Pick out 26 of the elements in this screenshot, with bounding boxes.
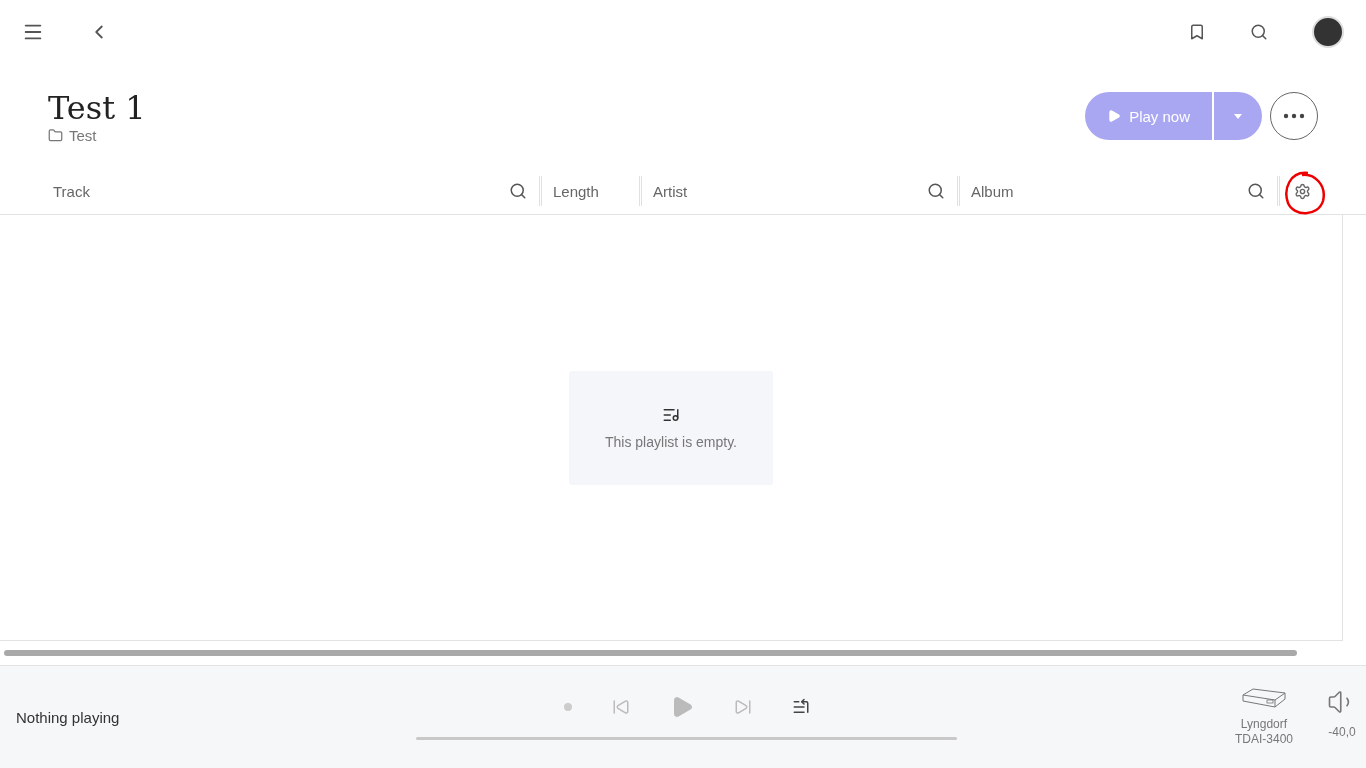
column-header[interactable]: Track bbox=[53, 182, 90, 200]
more-button[interactable] bbox=[1270, 92, 1318, 140]
column-header[interactable]: Length bbox=[553, 182, 599, 200]
search-icon[interactable] bbox=[509, 182, 527, 200]
zone-name[interactable]: Lyngdorf TDAI-3400 bbox=[1234, 717, 1293, 747]
queue-icon[interactable] bbox=[791, 697, 810, 716]
folder-icon bbox=[48, 127, 63, 143]
amplifier-icon[interactable] bbox=[1241, 687, 1287, 709]
play-icon bbox=[1107, 109, 1122, 123]
avatar[interactable] bbox=[1312, 16, 1344, 48]
column-header[interactable]: Artist bbox=[653, 182, 688, 200]
search-icon[interactable] bbox=[927, 182, 945, 200]
search-icon[interactable] bbox=[1247, 182, 1265, 200]
bookmark-icon[interactable] bbox=[1188, 23, 1206, 41]
playlist-title: Test 1 bbox=[48, 88, 146, 127]
volume-value: -40,0 bbox=[1328, 725, 1356, 740]
scrollbar[interactable] bbox=[4, 650, 1297, 656]
search-icon[interactable] bbox=[1250, 23, 1268, 41]
dot-icon bbox=[563, 702, 572, 711]
empty-message: This playlist is empty. bbox=[605, 433, 737, 450]
progress-track[interactable] bbox=[416, 736, 957, 740]
column-header[interactable]: Album bbox=[971, 182, 1014, 200]
now-playing-status: Nothing playing bbox=[16, 708, 121, 726]
settings-icon[interactable] bbox=[1294, 182, 1311, 200]
more-icon bbox=[1283, 113, 1305, 119]
folder-name: Test bbox=[69, 126, 97, 144]
